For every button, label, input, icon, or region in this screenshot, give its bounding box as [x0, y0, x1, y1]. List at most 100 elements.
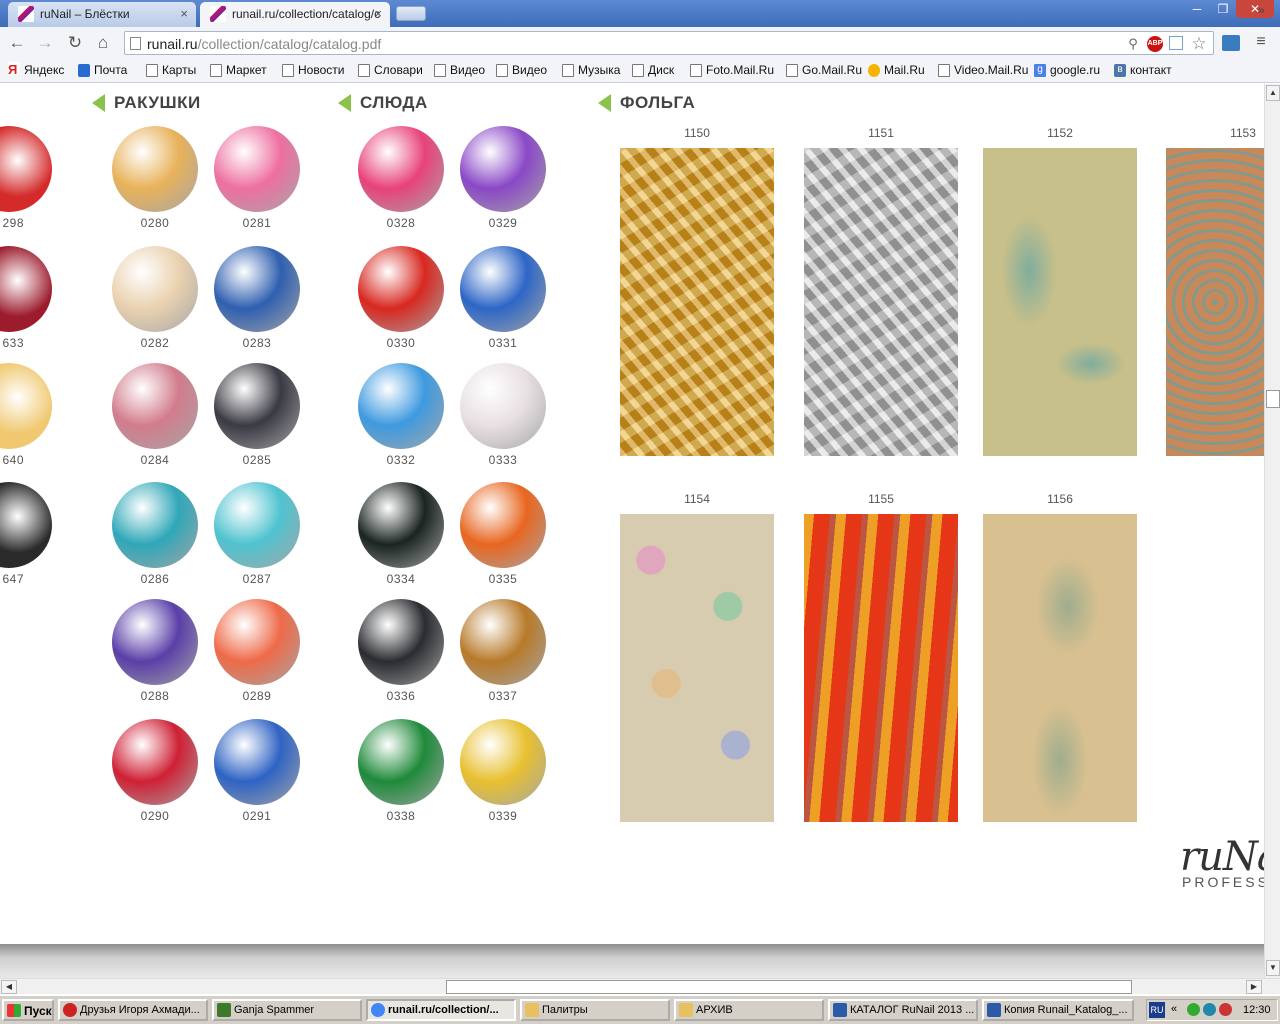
- tab-runail-glitter[interactable]: ruNail – Блёстки ×: [8, 2, 196, 27]
- glitter-swatch: [0, 126, 52, 212]
- pdf-viewport[interactable]: РАКУШКИ СЛЮДА ФОЛЬГА 298 633 640 647 0280 028…: [0, 84, 1264, 978]
- bookmark-item[interactable]: Видео: [496, 63, 547, 77]
- maximize-button[interactable]: ❐: [1208, 0, 1238, 18]
- bookmark-item[interactable]: Диск: [632, 63, 674, 77]
- taskbar-button[interactable]: Копия Runail_Katalog_...: [982, 999, 1134, 1021]
- vertical-scroll-thumb[interactable]: [1266, 390, 1280, 408]
- mica-swatch: [358, 363, 444, 449]
- mica-swatch: [358, 126, 444, 212]
- bookmark-label: контакт: [1130, 63, 1172, 77]
- tab-close-icon[interactable]: ×: [180, 6, 188, 21]
- folder-icon: [525, 1003, 539, 1017]
- swatch-code: 0287: [242, 572, 272, 586]
- bookmark-item[interactable]: Музыка: [562, 63, 620, 77]
- tray-app-icon[interactable]: [1219, 1003, 1232, 1016]
- shell-swatch: [214, 719, 300, 805]
- tab-close-icon[interactable]: ×: [374, 6, 382, 21]
- taskbar-button-label: Палитры: [542, 1004, 588, 1016]
- swatch-code: 0330: [386, 336, 416, 350]
- swatch-code: 0338: [386, 809, 416, 823]
- language-indicator[interactable]: RU: [1149, 1002, 1165, 1018]
- bookmark-item[interactable]: g google.ru: [1034, 63, 1100, 77]
- bookmark-item[interactable]: Foto.Mail.Ru: [690, 63, 774, 77]
- bookmark-label: Видео: [450, 63, 486, 77]
- shell-swatch: [112, 246, 198, 332]
- tab-catalog-pdf[interactable]: runail.ru/collection/catalog/c ×: [200, 2, 390, 27]
- swatch-code: 0283: [242, 336, 272, 350]
- swatch-code: 0290: [140, 809, 170, 823]
- bookmark-item[interactable]: Почта: [78, 63, 127, 77]
- swatch-code: 640: [2, 453, 24, 467]
- scroll-left-icon[interactable]: ◀: [1, 980, 17, 994]
- bookmark-item[interactable]: Новости: [282, 63, 344, 77]
- tray-app-icon[interactable]: [1187, 1003, 1200, 1016]
- taskbar-button[interactable]: Палитры: [520, 999, 670, 1021]
- scroll-right-icon[interactable]: ▶: [1246, 980, 1262, 994]
- section-marker-icon: [92, 94, 105, 112]
- start-button[interactable]: Пуск: [2, 999, 54, 1021]
- browser-menu-button[interactable]: ≡: [1248, 33, 1274, 55]
- page-icon: [282, 64, 294, 77]
- close-window-button[interactable]: ✕: [1236, 0, 1274, 18]
- section-marker-icon: [598, 94, 611, 112]
- opera-icon: [63, 1003, 77, 1017]
- swatch-code: 0334: [386, 572, 416, 586]
- bookmark-item[interactable]: Mail.Ru: [868, 63, 925, 77]
- horizontal-scrollbar[interactable]: ◀ ▶: [0, 978, 1280, 994]
- url-host: runail.ru: [147, 36, 198, 52]
- bookmark-item[interactable]: Я Яндекс: [8, 62, 64, 77]
- bookmark-star-icon[interactable]: ☆: [1191, 35, 1207, 52]
- section-title-shells: РАКУШКИ: [92, 93, 201, 113]
- chrome-icon: [371, 1003, 385, 1017]
- bookmark-item[interactable]: Видео: [434, 63, 485, 77]
- tray-expand-icon[interactable]: «: [1171, 1003, 1177, 1015]
- shell-swatch: [112, 719, 198, 805]
- bookmark-item[interactable]: в контакт: [1114, 63, 1172, 77]
- windows-logo-icon: [7, 1004, 21, 1017]
- horizontal-scroll-thumb[interactable]: [446, 980, 1132, 994]
- page-action-icon[interactable]: [1169, 36, 1183, 50]
- bookmark-item[interactable]: Словари: [358, 63, 423, 77]
- foil-code: 1154: [684, 492, 710, 506]
- swatch-code: 0288: [140, 689, 170, 703]
- start-label: Пуск: [24, 1004, 52, 1018]
- shell-swatch: [214, 482, 300, 568]
- shell-swatch: [214, 363, 300, 449]
- scroll-down-icon[interactable]: ▼: [1266, 960, 1280, 976]
- back-button[interactable]: ←: [6, 33, 28, 53]
- foil-swatch: [804, 514, 958, 822]
- section-title-mica: СЛЮДА: [338, 93, 428, 113]
- bookmarks-more-button[interactable]: »: [1258, 3, 1265, 17]
- taskbar-button[interactable]: КАТАЛОГ RuNail 2013 ...: [828, 999, 978, 1021]
- taskbar-button[interactable]: Ganja Spammer: [212, 999, 362, 1021]
- taskbar-button[interactable]: АРХИВ: [674, 999, 824, 1021]
- foil-swatch: [620, 514, 774, 822]
- bookmark-item[interactable]: Маркет: [210, 63, 267, 77]
- taskbar-button[interactable]: Друзья Игоря Ахмади...: [58, 999, 208, 1021]
- new-tab-button[interactable]: [396, 6, 426, 21]
- taskbar-button-label: КАТАЛОГ RuNail 2013 ...: [850, 1004, 975, 1016]
- swatch-code: 0328: [386, 216, 416, 230]
- swatch-code: 0289: [242, 689, 272, 703]
- address-bar[interactable]: runail.ru/collection/catalog/catalog.pdf…: [124, 31, 1214, 55]
- scroll-up-icon[interactable]: ▲: [1266, 85, 1280, 101]
- cannabis-leaf-icon: [217, 1003, 231, 1017]
- swatch-code: 0284: [140, 453, 170, 467]
- swatch-code: 0291: [242, 809, 272, 823]
- adblock-icon[interactable]: ABP: [1147, 36, 1163, 52]
- section-title-foil: ФОЛЬГА: [598, 93, 695, 113]
- zoom-icon[interactable]: ⚲: [1125, 36, 1141, 52]
- taskbar-button[interactable]: runail.ru/collection/...: [366, 999, 516, 1021]
- mica-swatch: [460, 719, 546, 805]
- bookmark-item[interactable]: Карты: [146, 63, 196, 77]
- bookmark-label: Go.Mail.Ru: [802, 63, 863, 77]
- extension-icon[interactable]: [1222, 35, 1240, 51]
- home-button[interactable]: ⌂: [92, 33, 114, 53]
- brand-subtitle: PROFESS: [1182, 874, 1264, 890]
- bookmark-item[interactable]: Video.Mail.Ru: [938, 63, 1028, 77]
- reload-button[interactable]: ↻: [64, 33, 86, 53]
- forward-button[interactable]: →: [34, 33, 56, 53]
- vertical-scrollbar[interactable]: ▲ ▼: [1264, 84, 1280, 978]
- bookmark-item[interactable]: Go.Mail.Ru: [786, 63, 862, 77]
- tray-app-icon[interactable]: [1203, 1003, 1216, 1016]
